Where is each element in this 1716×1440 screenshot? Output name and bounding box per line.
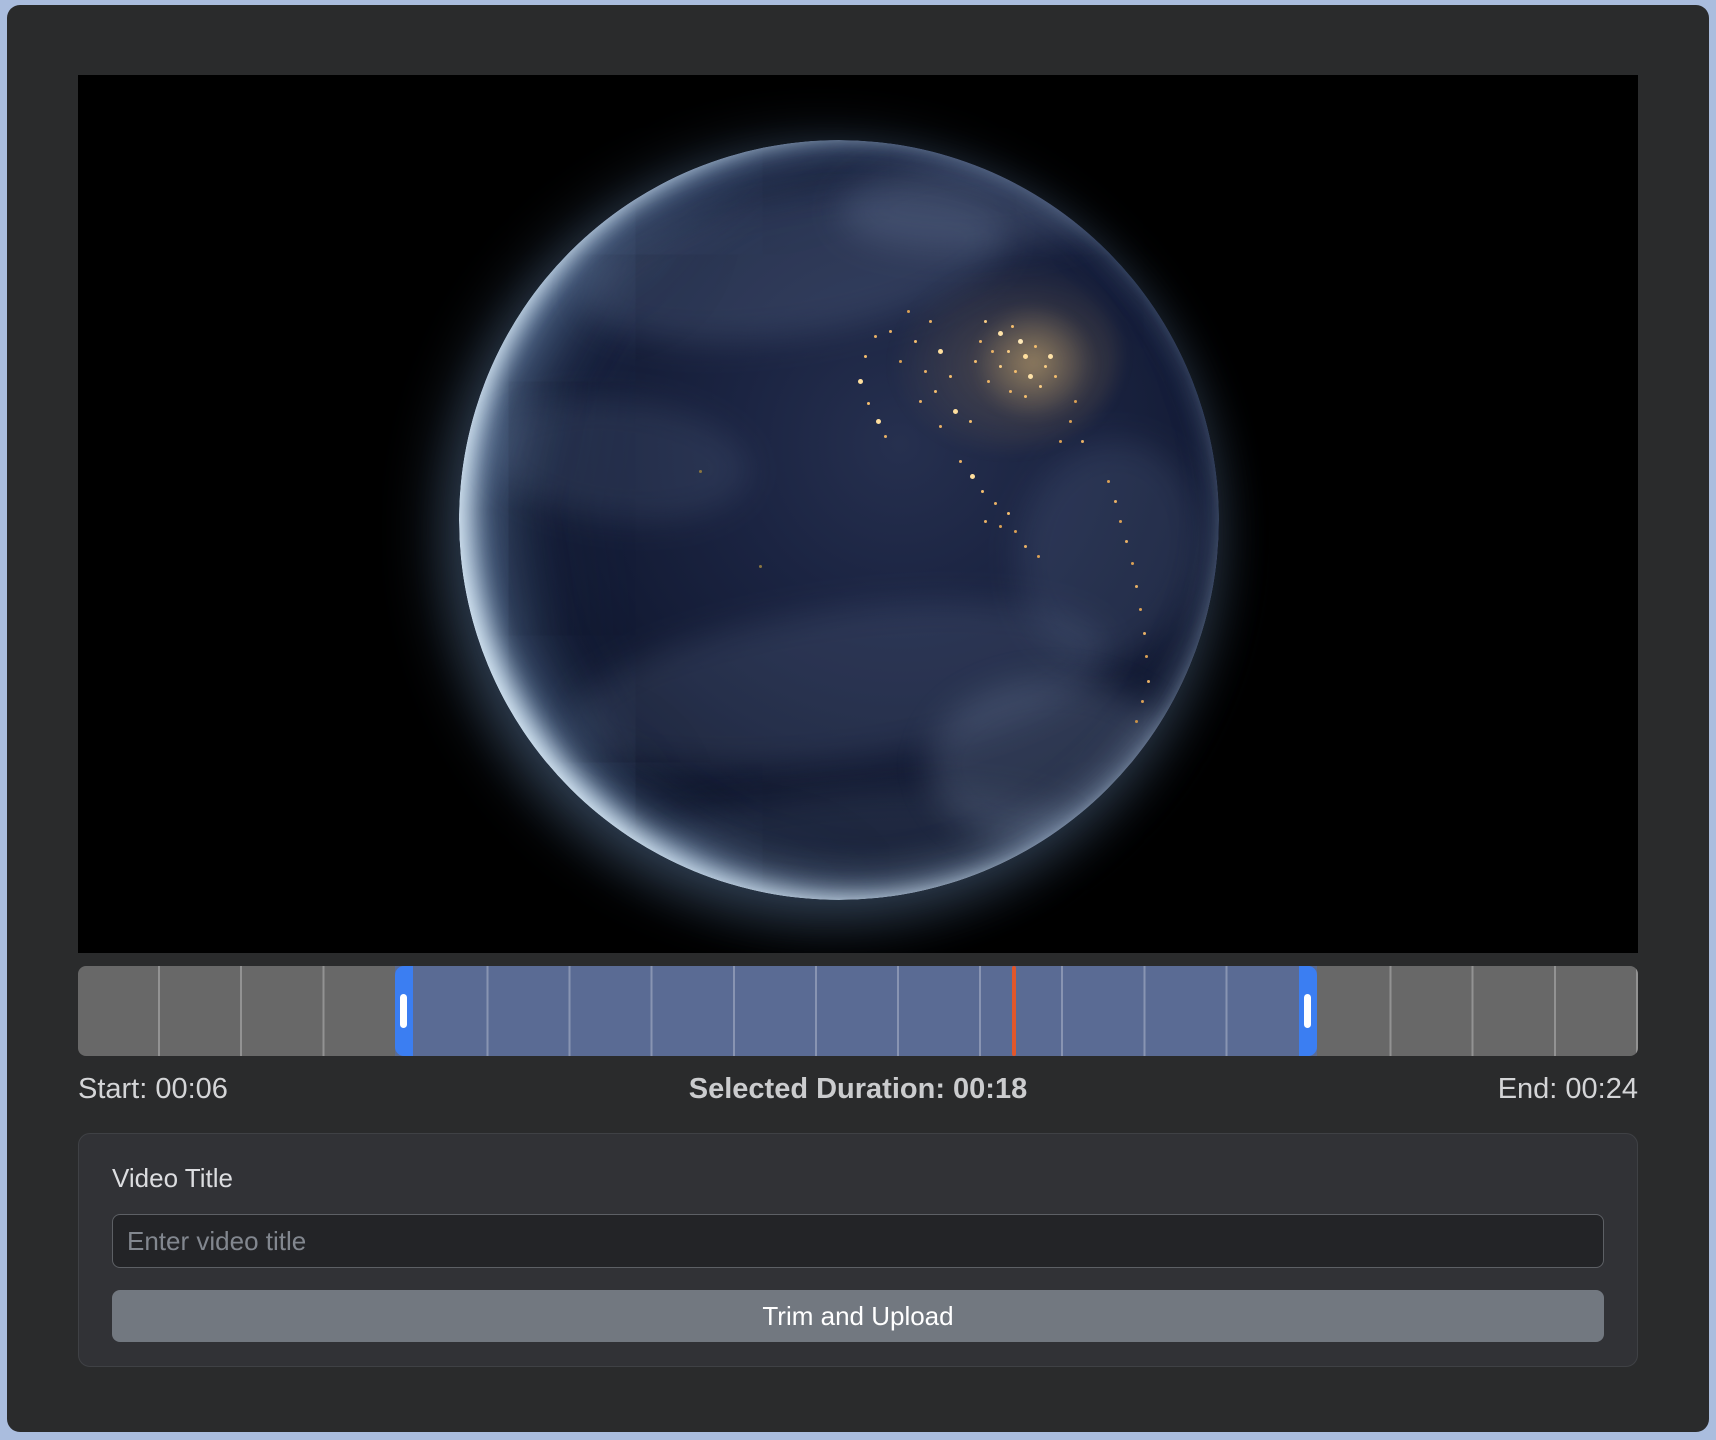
trim-and-upload-button[interactable]: Trim and Upload	[112, 1290, 1604, 1342]
upload-form-card: Video Title Trim and Upload	[78, 1133, 1638, 1367]
playhead[interactable]	[1012, 966, 1016, 1056]
trim-end-handle[interactable]	[1299, 966, 1317, 1056]
city-lights	[459, 140, 462, 143]
city-lights-glow	[974, 305, 1094, 420]
video-title-input[interactable]	[112, 1214, 1604, 1268]
time-labels: Start: 00:06 Selected Duration: 00:18 En…	[78, 1071, 1638, 1107]
handle-grip-icon	[1304, 994, 1311, 1028]
trim-timeline[interactable]	[78, 966, 1638, 1056]
selected-duration-label: Selected Duration: 00:18	[78, 1071, 1638, 1107]
frame-dividers	[78, 966, 1638, 1056]
trim-start-handle[interactable]	[395, 966, 413, 1056]
handle-grip-icon	[400, 994, 407, 1028]
app-window: Start: 00:06 Selected Duration: 00:18 En…	[7, 5, 1709, 1432]
video-preview[interactable]	[78, 75, 1638, 953]
earth-night-image	[459, 140, 1219, 900]
video-title-label: Video Title	[112, 1162, 1604, 1194]
